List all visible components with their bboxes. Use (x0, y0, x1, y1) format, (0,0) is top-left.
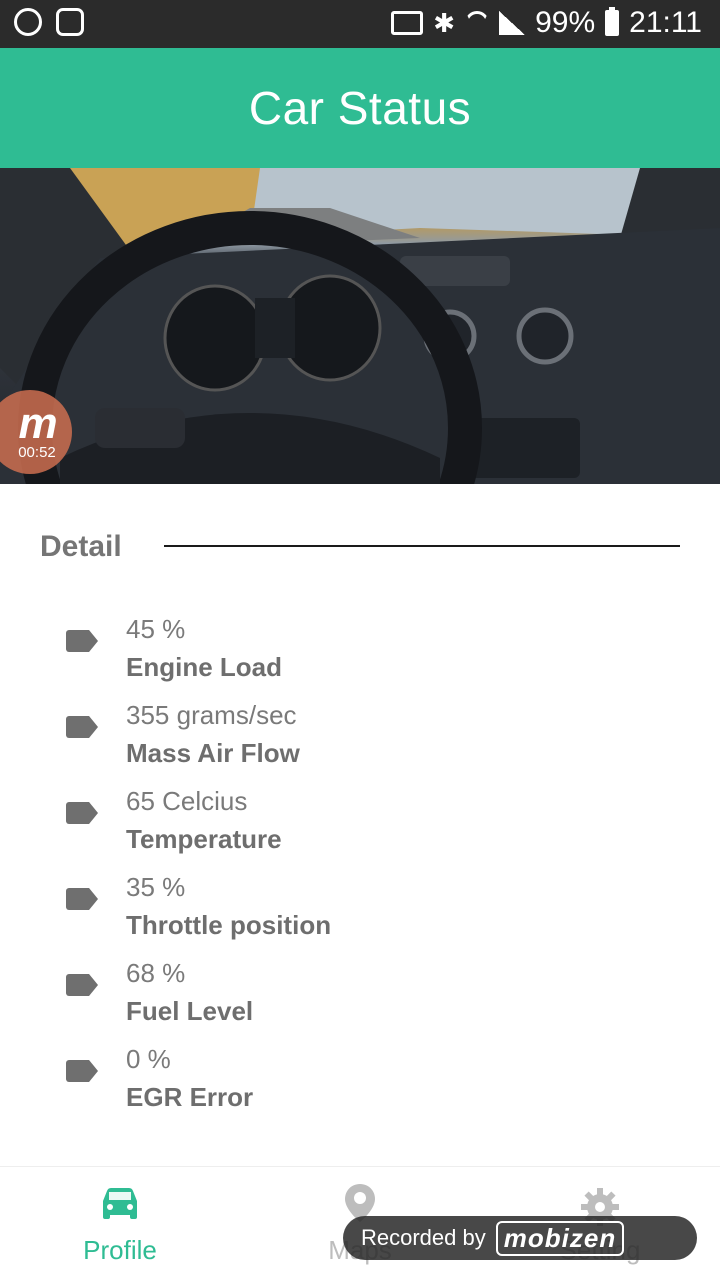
item-value: 355 grams/sec (126, 700, 297, 730)
status-right-icons: ✱ 99% 21:11 (391, 6, 702, 40)
tag-icon (66, 888, 98, 910)
item-value: 0 % (126, 1044, 171, 1074)
tag-icon (66, 716, 98, 738)
battery-icon (605, 7, 620, 36)
bluetooth-icon: ✱ (433, 7, 456, 38)
detail-item-temperature: 65 Celcius Temperature (0, 782, 720, 868)
detail-title: Detail (40, 530, 122, 563)
detail-item-egr-error: 0 % EGR Error (0, 1040, 720, 1126)
item-label: Mass Air Flow (126, 738, 300, 768)
mobizen-logo: m (18, 398, 58, 448)
item-value: 65 Celcius (126, 786, 248, 816)
item-label: EGR Error (126, 1082, 254, 1112)
battery-percent: 99% (535, 6, 596, 39)
mobizen-wordmark: mobizen (495, 1220, 625, 1256)
item-label: Temperature (126, 824, 282, 854)
detail-section-header: Detail (40, 526, 680, 570)
status-left-icons (14, 8, 84, 36)
wifi-icon (465, 11, 489, 35)
tag-icon (66, 802, 98, 824)
divider (164, 545, 680, 547)
page-title: Car Status (248, 82, 472, 134)
app-bar: Car Status (0, 48, 720, 168)
recorded-by-banner: Recorded by mobizen (343, 1216, 697, 1260)
item-label: Throttle position (126, 910, 332, 940)
item-value: 45 % (126, 614, 186, 644)
screenshot-icon (56, 8, 84, 36)
item-label: Engine Load (126, 652, 282, 682)
tag-icon (66, 1060, 98, 1082)
signal-icon (499, 11, 526, 35)
cast-icon (391, 11, 424, 35)
tag-icon (66, 630, 98, 652)
car-interior-image: m 00:52 (0, 168, 720, 484)
item-label: Fuel Level (126, 996, 254, 1026)
item-value: 35 % (126, 872, 186, 902)
clock: 21:11 (629, 6, 702, 39)
detail-item-mass-air-flow: 355 grams/sec Mass Air Flow (0, 696, 720, 782)
detail-item-engine-load: 45 % Engine Load (0, 610, 720, 696)
recording-elapsed: 00:52 (18, 443, 56, 461)
tag-icon (66, 974, 98, 996)
nav-label-profile: Profile (83, 1235, 157, 1265)
car-interior-illustration (0, 168, 720, 484)
mobizen-icon (14, 8, 42, 36)
detail-item-throttle-position: 35 % Throttle position (0, 868, 720, 954)
status-bar: ✱ 99% 21:11 (0, 0, 720, 48)
recorded-by-text: Recorded by (361, 1225, 486, 1250)
nav-item-profile[interactable]: Profile (0, 1167, 240, 1281)
detail-item-fuel-level: 68 % Fuel Level (0, 954, 720, 1040)
car-icon (103, 1188, 137, 1219)
item-value: 68 % (126, 958, 186, 988)
